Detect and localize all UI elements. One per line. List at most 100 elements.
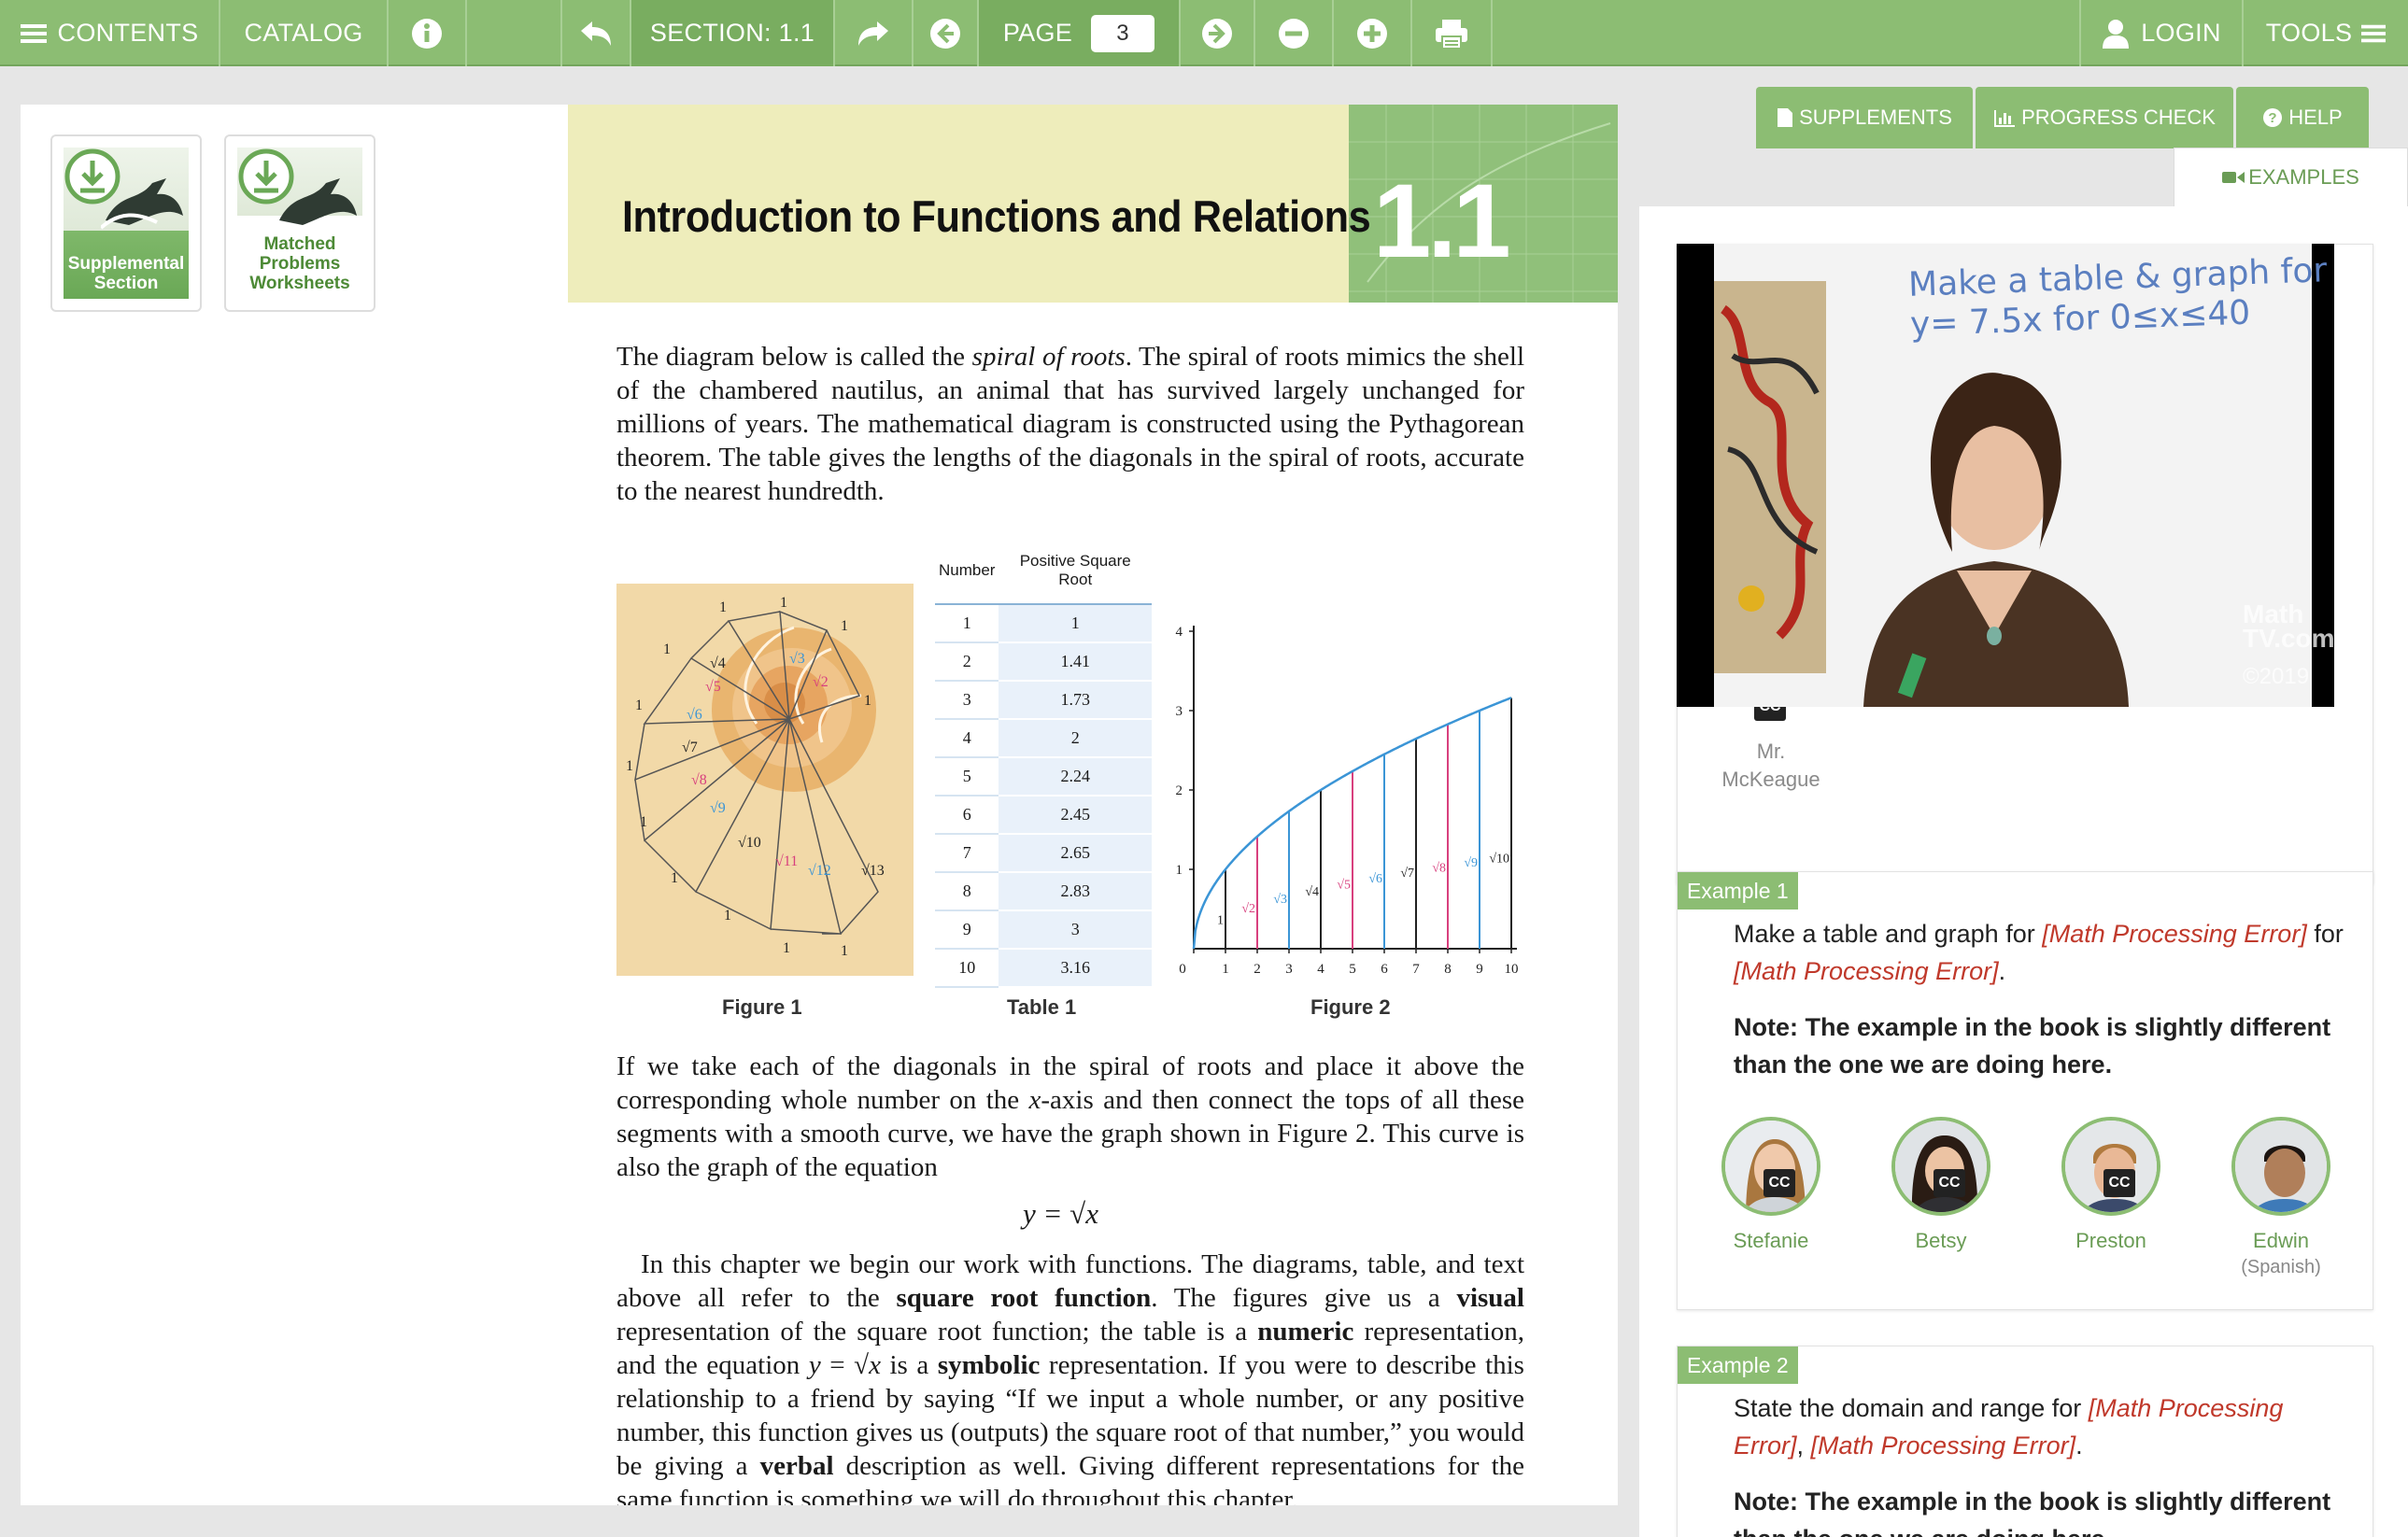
- matched-problems-worksheets-download[interactable]: Matched Problems Worksheets: [224, 134, 375, 312]
- svg-text:√9: √9: [710, 800, 726, 816]
- tutor-name: Preston: [2075, 1229, 2146, 1252]
- x-tick-label: 9: [1476, 962, 1483, 977]
- tab-examples[interactable]: EXAMPLES: [2174, 148, 2408, 206]
- segment-label: √10: [1489, 852, 1509, 866]
- tools-label: TOOLS: [2265, 19, 2353, 47]
- closed-captions-badge: CC: [2103, 1169, 2135, 1197]
- y-tick-label: 3: [1176, 704, 1183, 719]
- prev-page-button[interactable]: [914, 0, 979, 66]
- table-row: 6 2.45: [935, 796, 1152, 835]
- segment-label: √7: [1400, 867, 1414, 881]
- plus-circle-icon: [1357, 18, 1387, 49]
- svg-text:√7: √7: [682, 740, 698, 755]
- table-row: 7 2.65: [935, 834, 1152, 873]
- table-cell: 3.16: [999, 949, 1152, 988]
- textbook-page: Introduction to Functions and Relations …: [568, 105, 1618, 1505]
- tutor-stefanie[interactable]: CC Stefanie: [1696, 1117, 1846, 1253]
- table-row: 5 2.24: [935, 757, 1152, 797]
- tutor-name: Betsy: [1915, 1229, 1967, 1252]
- download-icon: [238, 148, 294, 204]
- print-button[interactable]: [1412, 0, 1493, 66]
- tutor-photo: [2235, 1121, 2327, 1212]
- contents-button[interactable]: CONTENTS: [0, 0, 220, 66]
- table-header-root: Positive Square Root: [999, 537, 1152, 605]
- y-tick-label: 1: [1176, 863, 1183, 878]
- tab-progress-check[interactable]: PROGRESS CHECK: [1976, 87, 2233, 148]
- table-row: 11: [935, 604, 1152, 643]
- next-page-button[interactable]: [1181, 0, 1255, 66]
- svg-text:1: 1: [626, 758, 633, 774]
- table-cell: 1.73: [999, 681, 1152, 720]
- table-cell: 2: [999, 719, 1152, 758]
- example-2-note: Note: The example in the book is slightl…: [1734, 1488, 2331, 1537]
- page-number-input[interactable]: 3: [1091, 14, 1155, 52]
- x-tick-label: 1: [1222, 962, 1229, 977]
- svg-text:√6: √6: [687, 707, 702, 723]
- example-text: .: [2075, 1431, 2083, 1459]
- section-indicator: SECTION: 1.1: [631, 0, 835, 66]
- catalog-button[interactable]: CATALOG: [220, 0, 389, 66]
- video-camera-icon: [2222, 172, 2245, 183]
- closed-captions-badge: CC: [1933, 1169, 1965, 1197]
- graph-axes: 0 1 2 3 4 5 6 7 8 9 10 1 2 3 4: [1176, 625, 1519, 977]
- arrow-left-circle-icon: [930, 18, 960, 49]
- segment-label: √5: [1337, 878, 1351, 892]
- zoom-out-button[interactable]: [1255, 0, 1334, 66]
- table-cell: 7: [935, 834, 999, 873]
- supplemental-section-download[interactable]: Supplemental Section: [50, 134, 202, 312]
- tab-supplements[interactable]: SUPPLEMENTS: [1756, 87, 1973, 148]
- segment-label: √9: [1464, 856, 1478, 870]
- intro-paragraph: The diagram below is called the spiral o…: [616, 342, 1524, 506]
- tab-progress-check-label: PROGRESS CHECK: [2021, 106, 2216, 129]
- tutor-name: Edwin: [2253, 1229, 2309, 1252]
- segment-label: √3: [1273, 893, 1287, 907]
- avatar: [2231, 1117, 2330, 1216]
- examples-panel: CC Mr. McKeague Make a table & graph for…: [1639, 206, 2408, 1537]
- tutor-preston[interactable]: CC Preston: [2036, 1117, 2186, 1253]
- example-1-tag: Example 1: [1678, 872, 1798, 910]
- graph-labels: 1 √2 √3 √4 √5 √6 √7 √8 √9 √10: [1217, 852, 1509, 927]
- svg-text:1: 1: [864, 693, 871, 709]
- table-1-caption: Table 1: [1007, 995, 1077, 1019]
- segment-label: 1: [1217, 913, 1224, 927]
- tab-help[interactable]: ? HELP: [2236, 87, 2369, 148]
- figure-1-caption: Figure 1: [722, 995, 802, 1019]
- table-cell: 3: [999, 910, 1152, 950]
- figure-2-caption: Figure 2: [1310, 995, 1391, 1019]
- info-icon: [412, 18, 442, 49]
- redo-arrow-icon: [858, 21, 888, 46]
- avatar: [1891, 1117, 1990, 1216]
- x-tick-label: 0: [1179, 962, 1186, 977]
- login-button[interactable]: LOGIN: [2079, 0, 2244, 66]
- zoom-in-button[interactable]: [1334, 0, 1412, 66]
- chapter-title: Introduction to Functions and Relations: [622, 191, 1371, 241]
- forward-button[interactable]: [835, 0, 914, 66]
- tutor-edwin[interactable]: Edwin (Spanish): [2206, 1117, 2356, 1278]
- download-icon: [64, 148, 120, 204]
- svg-text:√10: √10: [738, 835, 761, 851]
- svg-text:1: 1: [719, 599, 727, 615]
- table-row: 93: [935, 910, 1152, 950]
- menu-icon: [20, 23, 47, 43]
- table-cell: 4: [935, 719, 999, 758]
- math-error: [Math Processing Error]: [1734, 957, 1999, 985]
- tutor-photo: [2065, 1121, 2157, 1212]
- info-button[interactable]: [389, 0, 467, 66]
- catalog-label: CATALOG: [244, 19, 363, 47]
- tutor-betsy[interactable]: CC Betsy: [1866, 1117, 2016, 1253]
- diagonals-paragraph: If we take each of the diagonals in the …: [616, 1051, 1524, 1182]
- svg-text:1: 1: [671, 870, 678, 886]
- svg-text:1: 1: [640, 814, 647, 830]
- mathtv-watermark: Math TV.com: [2243, 599, 2334, 653]
- tools-button[interactable]: TOOLS: [2244, 0, 2408, 66]
- tab-examples-label: EXAMPLES: [2248, 165, 2359, 189]
- example-1-text: Make a table and graph for [Math Process…: [1734, 915, 2350, 990]
- table-cell: 1: [935, 604, 999, 643]
- example-2-card: Example 2 State the domain and range for…: [1677, 1346, 2373, 1537]
- back-button[interactable]: [560, 0, 631, 66]
- example-text: State the domain and range for: [1734, 1394, 2089, 1422]
- menu-icon: [2361, 24, 2387, 42]
- example-video-player[interactable]: Make a table & graph for y= 7.5x for 0≤x…: [1677, 244, 2334, 707]
- table-cell: 2.45: [999, 796, 1152, 835]
- svg-text:1: 1: [841, 943, 848, 959]
